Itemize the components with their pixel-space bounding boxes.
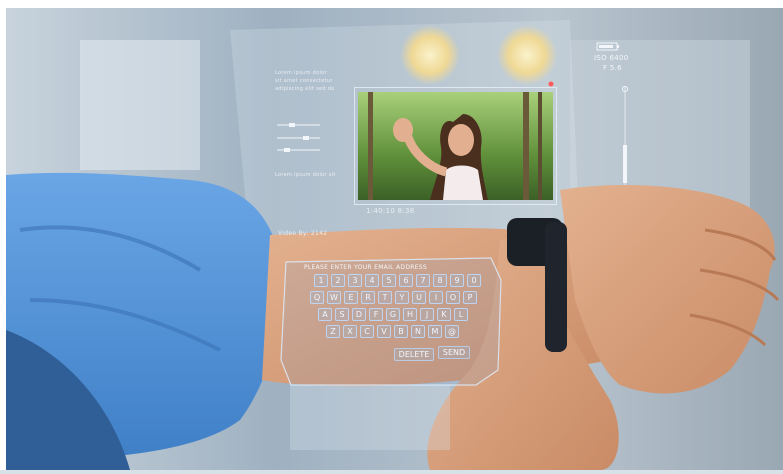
key-u[interactable]: U: [412, 291, 426, 304]
key-g[interactable]: G: [386, 308, 400, 321]
key-0[interactable]: 0: [467, 274, 481, 287]
key-x[interactable]: X: [343, 325, 357, 338]
hud-text-footnote: Lorem ipsum dolor sit: [275, 172, 336, 178]
fstop-readout: F 5.6: [603, 64, 622, 72]
key-w[interactable]: W: [327, 291, 341, 304]
key-8[interactable]: 8: [433, 274, 447, 287]
key-j[interactable]: J: [420, 308, 434, 321]
video-credit-label: Video By: 2142: [278, 230, 328, 237]
key-f[interactable]: F: [369, 308, 383, 321]
key-l[interactable]: L: [454, 308, 468, 321]
virtual-keyboard: PLEASE ENTER YOUR EMAIL ADDRESS 12345678…: [276, 240, 506, 390]
hud-text-line-3: adipiscing elit sed do: [275, 86, 335, 92]
key-k[interactable]: K: [437, 308, 451, 321]
key-d[interactable]: D: [352, 308, 366, 321]
key-e[interactable]: E: [344, 291, 358, 304]
key-5[interactable]: 5: [382, 274, 396, 287]
battery-icon: [596, 42, 619, 51]
key-c[interactable]: C: [360, 325, 374, 338]
key-a[interactable]: A: [318, 308, 332, 321]
key-h[interactable]: H: [403, 308, 417, 321]
key-6[interactable]: 6: [399, 274, 413, 287]
key-at[interactable]: @: [445, 325, 459, 338]
video-feed[interactable]: [358, 92, 553, 200]
key-z[interactable]: Z: [326, 325, 340, 338]
key-m[interactable]: M: [428, 325, 442, 338]
iso-readout: ISO 6400: [594, 54, 629, 62]
video-call-photo: [358, 92, 553, 200]
key-i[interactable]: I: [429, 291, 443, 304]
key-1[interactable]: 1: [314, 274, 328, 287]
key-7[interactable]: 7: [416, 274, 430, 287]
recording-indicator-icon: [548, 81, 554, 87]
delete-key[interactable]: DELETE: [394, 348, 434, 361]
key-y[interactable]: Y: [395, 291, 409, 304]
key-t[interactable]: T: [378, 291, 392, 304]
key-3[interactable]: 3: [348, 274, 362, 287]
key-p[interactable]: P: [463, 291, 477, 304]
key-q[interactable]: Q: [310, 291, 324, 304]
key-o[interactable]: O: [446, 291, 460, 304]
key-n[interactable]: N: [411, 325, 425, 338]
key-2[interactable]: 2: [331, 274, 345, 287]
email-prompt: PLEASE ENTER YOUR EMAIL ADDRESS: [304, 264, 428, 271]
key-b[interactable]: B: [394, 325, 408, 338]
key-v[interactable]: V: [377, 325, 391, 338]
hud-text-line-2: sit amet consectetur: [275, 78, 333, 84]
exposure-slider[interactable]: [620, 85, 630, 190]
video-timestamp: 1:40:10 8:38: [366, 207, 415, 215]
key-s[interactable]: S: [335, 308, 349, 321]
key-9[interactable]: 9: [450, 274, 464, 287]
send-key[interactable]: SEND: [438, 346, 470, 359]
key-r[interactable]: R: [361, 291, 375, 304]
scene: [0, 0, 783, 470]
hud-slider-controls: [277, 123, 320, 152]
hud-text-line-1: Lorem ipsum dolor: [275, 70, 327, 76]
key-4[interactable]: 4: [365, 274, 379, 287]
background-photo: [0, 0, 783, 470]
